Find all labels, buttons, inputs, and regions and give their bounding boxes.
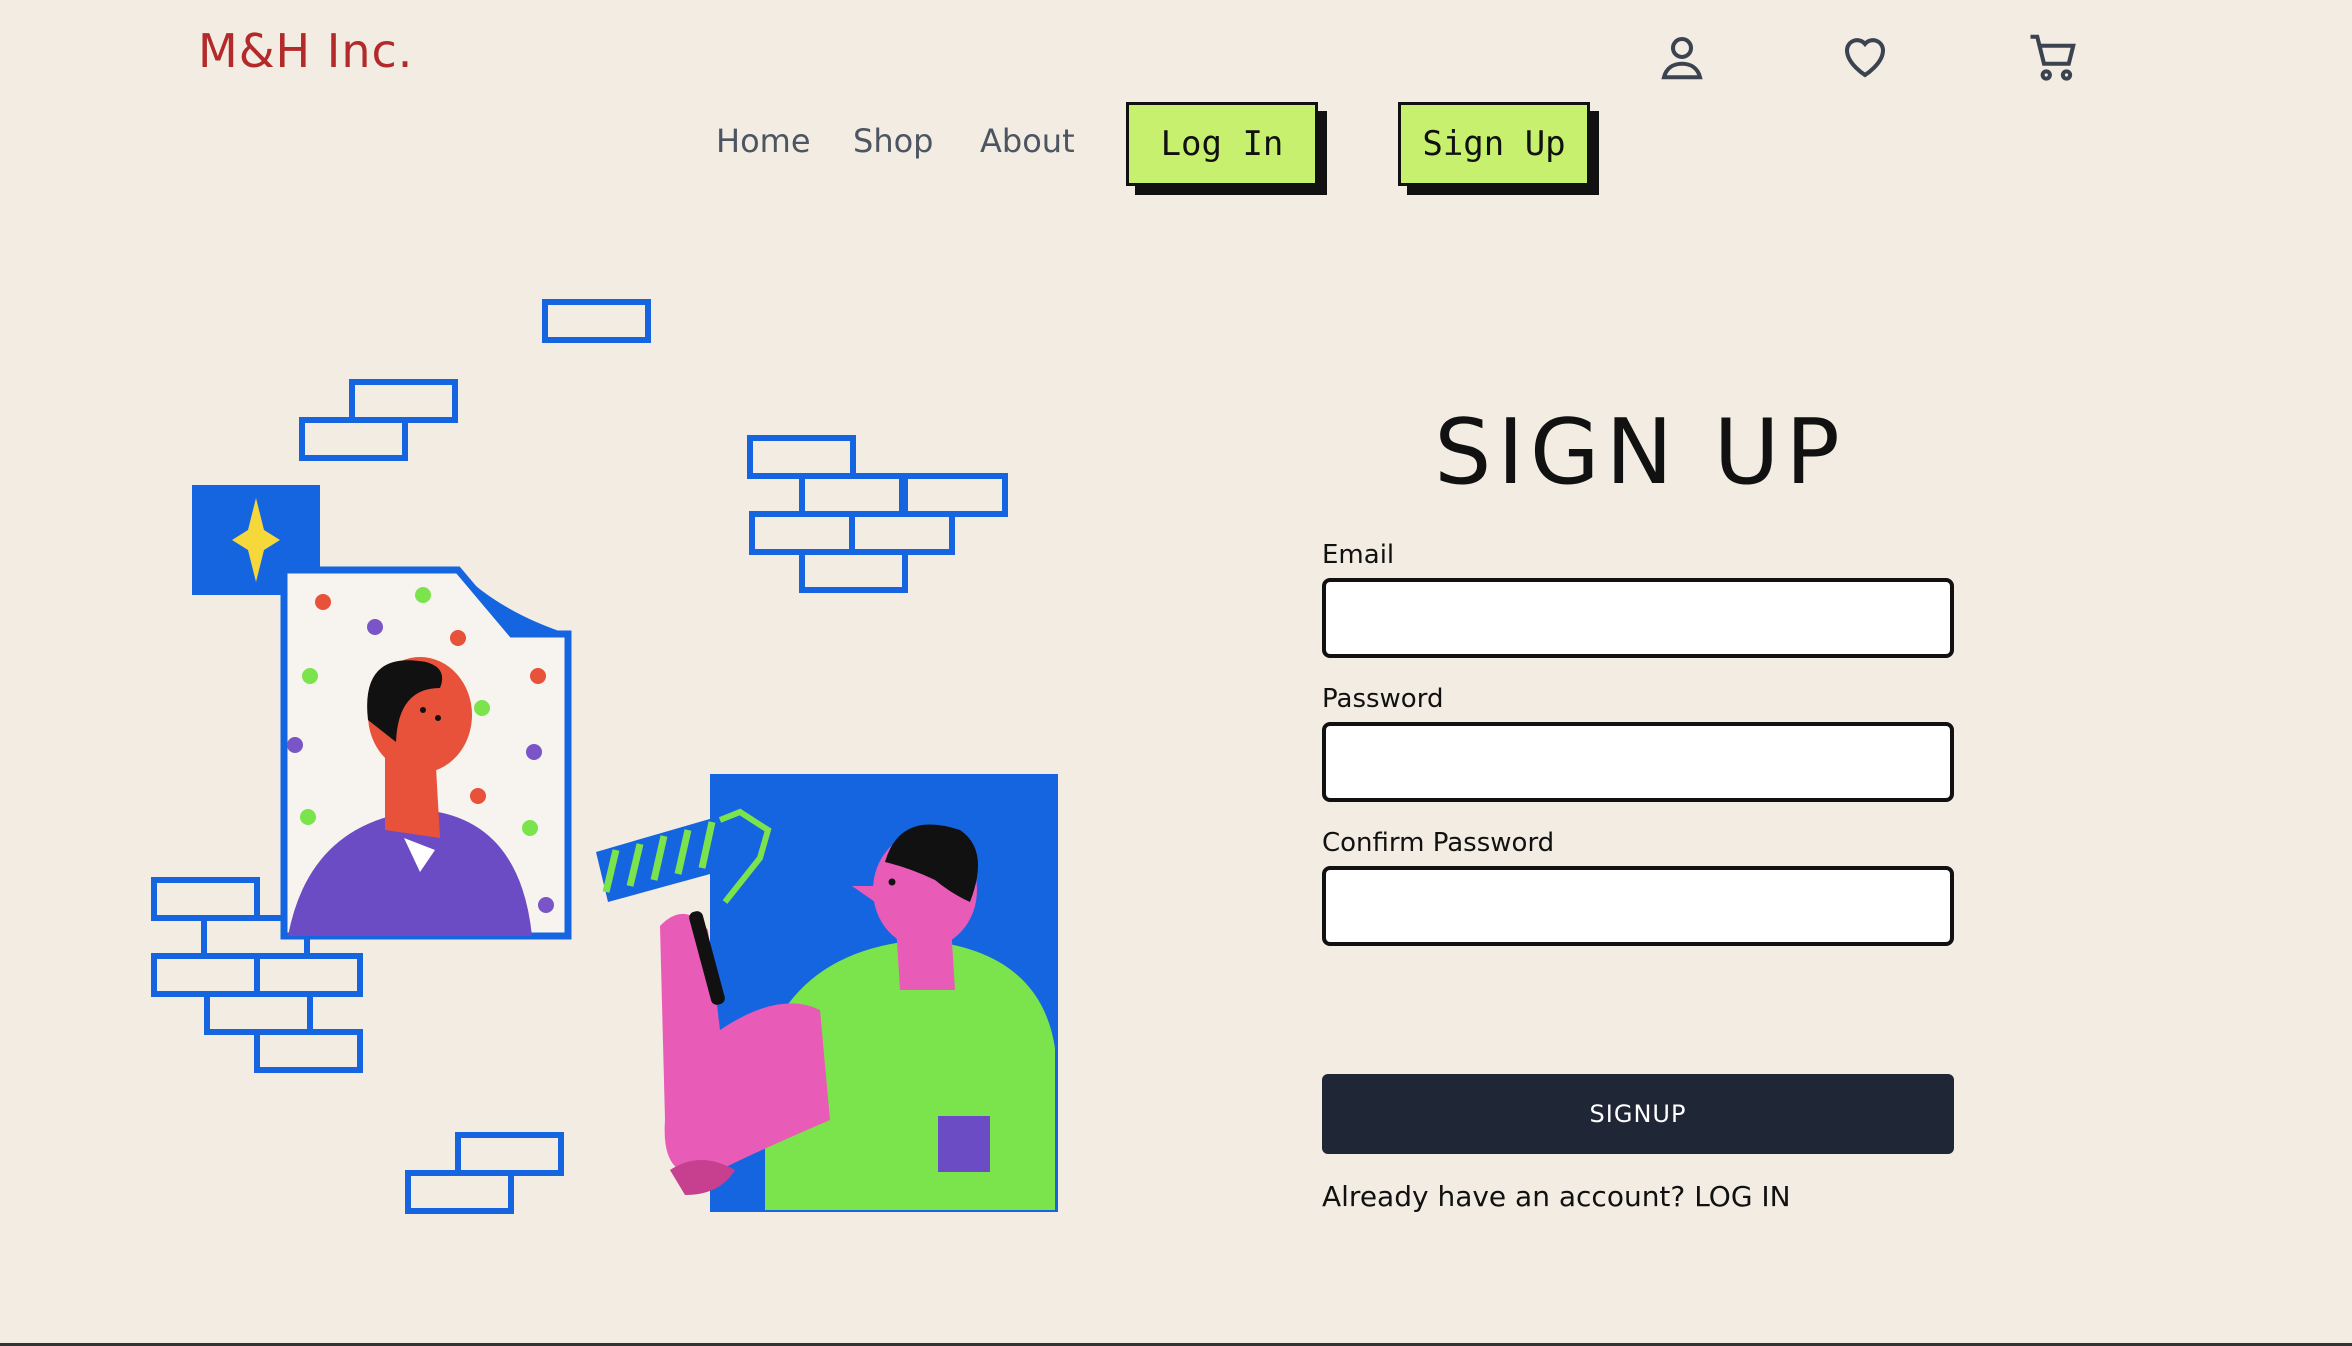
login-link[interactable]: LOG IN bbox=[1694, 1180, 1790, 1213]
heart-icon[interactable] bbox=[1838, 30, 1892, 84]
confirm-password-label: Confirm Password bbox=[1322, 828, 1555, 858]
confirm-password-field[interactable] bbox=[1322, 866, 1954, 946]
brand-logo[interactable]: M&H Inc. bbox=[198, 24, 413, 78]
login-prompt: Already have an account? LOG IN bbox=[1322, 1180, 1791, 1213]
password-field[interactable] bbox=[1322, 722, 1954, 802]
nav-home[interactable]: Home bbox=[716, 122, 811, 160]
signup-nav-button[interactable]: Sign Up bbox=[1398, 102, 1590, 186]
email-label: Email bbox=[1322, 540, 1395, 570]
page-title: SIGN UP bbox=[1434, 400, 1846, 505]
signup-illustration bbox=[151, 299, 1058, 1214]
nav-about[interactable]: About bbox=[980, 122, 1075, 160]
user-icon[interactable] bbox=[1655, 30, 1709, 84]
signup-submit-button[interactable]: SIGNUP bbox=[1322, 1074, 1954, 1154]
login-prompt-text: Already have an account? bbox=[1322, 1180, 1686, 1213]
cart-icon[interactable] bbox=[2026, 30, 2080, 84]
login-button[interactable]: Log In bbox=[1126, 102, 1318, 186]
password-label: Password bbox=[1322, 684, 1444, 714]
nav-shop[interactable]: Shop bbox=[853, 122, 933, 160]
email-field[interactable] bbox=[1322, 578, 1954, 658]
